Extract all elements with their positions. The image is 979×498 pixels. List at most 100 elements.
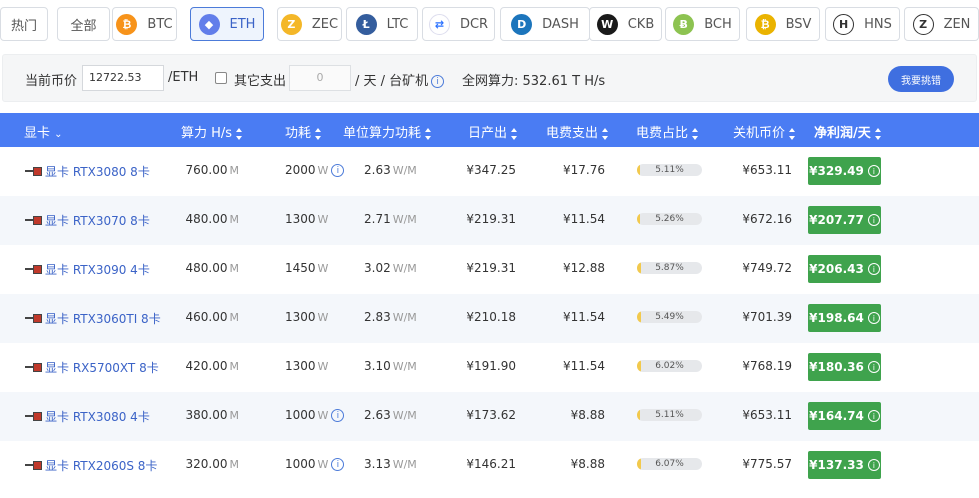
- th-power[interactable]: 功耗: [285, 122, 322, 141]
- shutdown-price-cell: ¥653.11: [742, 163, 792, 177]
- th-elec-ratio[interactable]: 电费占比: [636, 122, 699, 141]
- info-icon[interactable]: i: [431, 75, 445, 88]
- coin-price-input[interactable]: 12722.53: [82, 65, 164, 91]
- tab-bch[interactable]: Ƀ BCH: [665, 7, 740, 41]
- power-value: 2000: [285, 163, 316, 177]
- net-profit-value: ¥207.77: [809, 213, 864, 227]
- power-cell: 1300 W: [285, 359, 328, 373]
- power-value: 1000: [285, 408, 316, 422]
- th-shutdown-price[interactable]: 关机币价: [733, 122, 796, 141]
- tab-dcr[interactable]: ⇄ DCR: [422, 7, 495, 41]
- power-unit: W: [317, 360, 329, 373]
- gpu-card-icon: [25, 216, 42, 225]
- info-icon[interactable]: i: [331, 409, 345, 422]
- efficiency-unit: W/M: [392, 164, 417, 177]
- tab-label: BSV: [785, 16, 812, 32]
- tab-ltc[interactable]: Ł LTC: [346, 7, 418, 41]
- btc-icon: ₿: [116, 13, 138, 35]
- th-net-profit[interactable]: 净利润/天: [814, 122, 882, 141]
- elec-ratio-label: 6.02%: [655, 361, 684, 371]
- hashrate-unit: M: [229, 164, 240, 177]
- other-expense-unit: / 天 / 台矿机 i: [355, 70, 445, 89]
- table-header: 显卡 ⌄ 算力 H/s 功耗 单位算力功耗 日产出 电费支出 电费占比 关机币价…: [0, 113, 979, 147]
- tab-zec[interactable]: Z ZEC: [277, 7, 342, 41]
- tab-hot[interactable]: 热门: [0, 7, 48, 41]
- gpu-card-icon: [25, 314, 42, 323]
- info-icon[interactable]: i: [867, 165, 880, 177]
- net-profit-badge: ¥180.36 i: [808, 353, 881, 381]
- efficiency-unit: W/M: [392, 311, 417, 324]
- tab-hns[interactable]: H HNS: [825, 7, 900, 41]
- hns-icon: H: [833, 13, 855, 35]
- tab-btc[interactable]: ₿ BTC: [112, 7, 177, 41]
- tab-dash[interactable]: D DASH: [500, 7, 590, 41]
- tab-label: HNS: [864, 16, 892, 32]
- network-hashrate: 全网算力: 532.61 T H/s: [462, 74, 606, 89]
- th-power-label: 功耗: [285, 126, 312, 141]
- price-label: 当前币价: [25, 74, 78, 89]
- th-electricity-label: 电费支出: [546, 126, 599, 141]
- th-daily-output[interactable]: 日产出: [468, 122, 518, 141]
- efficiency-cell: 3.10 W/M: [364, 359, 417, 373]
- other-expense-checkbox[interactable]: [215, 72, 227, 84]
- gpu-name-link[interactable]: 显卡 RTX3080 4卡: [45, 408, 150, 425]
- daily-output-cell: ¥219.31: [466, 212, 516, 226]
- gpu-name-link[interactable]: 显卡 RTX2060S 8卡: [45, 457, 157, 474]
- th-net-profit-label: 净利润/天: [814, 126, 871, 141]
- info-icon[interactable]: i: [867, 312, 880, 324]
- table-row: 显卡 RTX2060S 8卡 320.00 M 1000 Wi 3.13 W/M ¥146.2…: [0, 441, 979, 490]
- th-efficiency-label: 单位算力功耗: [343, 126, 422, 141]
- gpu-name-link[interactable]: 显卡 RTX3090 4卡: [45, 261, 150, 278]
- tab-ckb[interactable]: W CKB: [589, 7, 662, 41]
- info-icon[interactable]: i: [867, 263, 880, 275]
- th-hashrate[interactable]: 算力 H/s: [181, 122, 243, 141]
- info-icon[interactable]: i: [867, 214, 880, 226]
- efficiency-cell: 3.13 W/M: [364, 457, 417, 471]
- sort-icon: [315, 127, 322, 140]
- gpu-name-link[interactable]: 显卡 RX5700XT 8卡: [45, 359, 159, 376]
- table-row: 显卡 RTX3080 4卡 380.00 M 1000 Wi 2.63 W/M ¥173.62…: [0, 392, 979, 441]
- gpu-name-link[interactable]: 显卡 RTX3070 8卡: [45, 212, 150, 229]
- shutdown-price-cell: ¥701.39: [742, 310, 792, 324]
- efficiency-cell: 2.83 W/M: [364, 310, 417, 324]
- hashrate-unit: M: [229, 311, 240, 324]
- efficiency-value: 2.71: [364, 212, 391, 226]
- hashrate-cell: 480.00 M: [186, 212, 240, 226]
- gpu-name-link[interactable]: 显卡 RTX3060TI 8卡: [45, 310, 161, 327]
- gpu-name-link[interactable]: 显卡 RTX3080 8卡: [45, 163, 150, 180]
- sort-icon: [692, 127, 699, 140]
- efficiency-cell: 2.63 W/M: [364, 163, 417, 177]
- elec-ratio-bar: 5.11%: [637, 409, 702, 421]
- daily-output-cell: ¥347.25: [466, 163, 516, 177]
- chevron-down-icon: ⌄: [54, 129, 63, 140]
- efficiency-unit: W/M: [392, 409, 417, 422]
- th-efficiency[interactable]: 单位算力功耗: [343, 122, 432, 141]
- efficiency-value: 2.63: [364, 163, 391, 177]
- dcr-icon: ⇄: [428, 13, 450, 35]
- shutdown-price-cell: ¥775.57: [742, 457, 792, 471]
- zen-icon: Z: [912, 13, 934, 35]
- hashrate-cell: 380.00 M: [186, 408, 240, 422]
- other-expense-input[interactable]: 0: [289, 65, 351, 91]
- info-icon[interactable]: i: [867, 410, 880, 422]
- tab-eth[interactable]: ◆ ETH: [190, 7, 264, 41]
- table-row: 显卡 RTX3070 8卡 480.00 M 1300 W 2.71 W/M ¥219.31 ¥…: [0, 196, 979, 245]
- efficiency-cell: 3.02 W/M: [364, 261, 417, 275]
- report-error-button[interactable]: 我要挑错: [888, 66, 954, 92]
- power-cell: 1450 W: [285, 261, 328, 275]
- info-icon[interactable]: i: [867, 361, 880, 373]
- th-gpu[interactable]: 显卡 ⌄: [24, 122, 63, 141]
- table-row: 显卡 RTX3090 4卡 480.00 M 1450 W 3.02 W/M ¥219.31 ¥…: [0, 245, 979, 294]
- info-icon[interactable]: i: [867, 459, 880, 471]
- bch-icon: Ƀ: [673, 13, 695, 35]
- net-profit-value: ¥180.36: [809, 360, 864, 374]
- tab-zen[interactable]: Z ZEN: [904, 7, 979, 41]
- net-profit-badge: ¥198.64 i: [808, 304, 881, 332]
- tab-all[interactable]: 全部: [57, 7, 110, 41]
- info-icon[interactable]: i: [331, 458, 345, 471]
- info-icon[interactable]: i: [331, 164, 345, 177]
- power-cell: 1300 W: [285, 212, 328, 226]
- net-profit-value: ¥329.49: [809, 164, 864, 178]
- tab-bsv[interactable]: ₿ BSV: [746, 7, 820, 41]
- th-electricity[interactable]: 电费支出: [546, 122, 609, 141]
